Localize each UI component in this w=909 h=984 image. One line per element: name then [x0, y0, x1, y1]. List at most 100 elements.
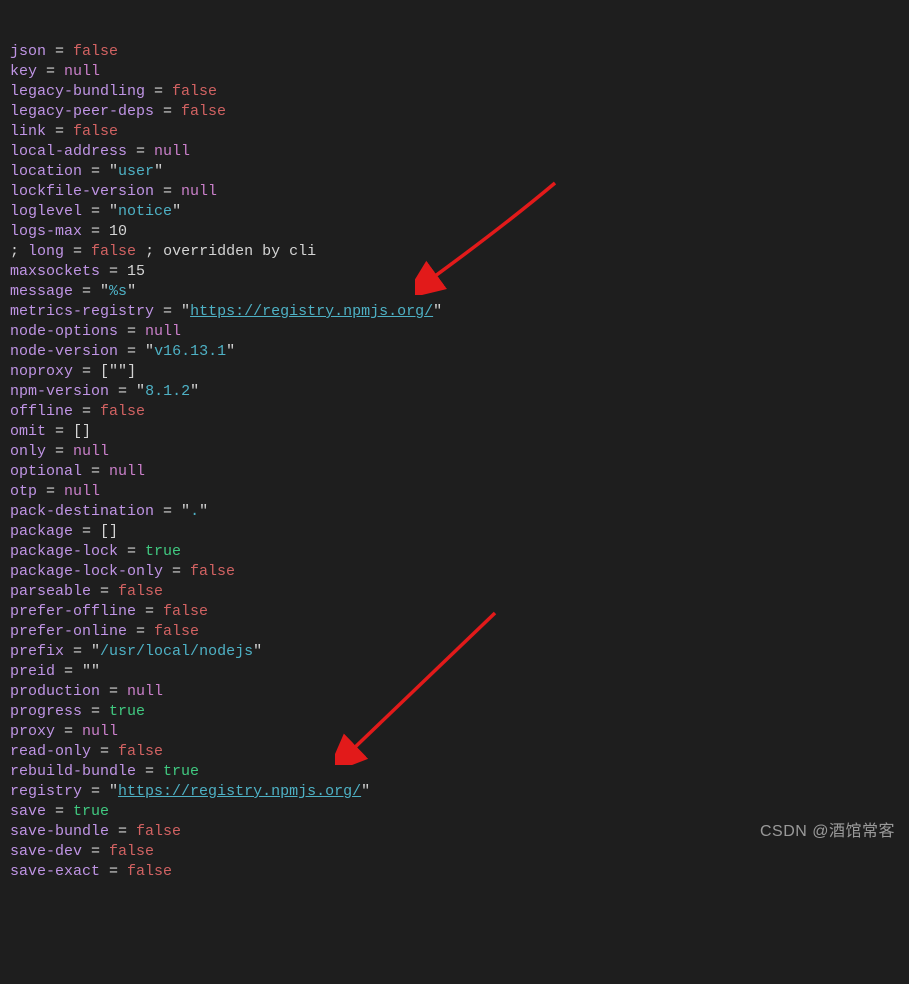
code-line: preid = "": [10, 662, 899, 682]
code-line: noproxy = [""]: [10, 362, 899, 382]
token-key: noproxy: [10, 363, 73, 380]
token-key: link: [10, 123, 46, 140]
code-line: production = null: [10, 682, 899, 702]
token-punc: =: [154, 503, 181, 520]
code-line: legacy-peer-deps = false: [10, 102, 899, 122]
token-punc: ": [91, 663, 100, 680]
token-key: offline: [10, 403, 73, 420]
token-punc: =: [118, 543, 145, 560]
code-line: pack-destination = ".": [10, 502, 899, 522]
code-line: local-address = null: [10, 142, 899, 162]
code-line: proxy = null: [10, 722, 899, 742]
code-line: package-lock = true: [10, 542, 899, 562]
token-null: null: [127, 683, 163, 700]
token-str: user: [118, 163, 154, 180]
token-punc: ": [181, 503, 190, 520]
token-key: registry: [10, 783, 82, 800]
token-key: otp: [10, 483, 37, 500]
code-line: prefer-online = false: [10, 622, 899, 642]
code-line: json = false: [10, 42, 899, 62]
code-line: maxsockets = 15: [10, 262, 899, 282]
token-key: omit: [10, 423, 46, 440]
code-line: otp = null: [10, 482, 899, 502]
token-punc: ": [91, 643, 100, 660]
token-key: long: [28, 243, 64, 260]
token-punc: ]: [127, 363, 136, 380]
token-punc: =: [82, 163, 109, 180]
token-null: null: [145, 323, 181, 340]
token-key: node-version: [10, 343, 118, 360]
token-true: true: [145, 543, 181, 560]
token-true: true: [109, 703, 145, 720]
token-key: npm-version: [10, 383, 109, 400]
token-punc: =: [55, 723, 82, 740]
token-punc: =: [73, 403, 100, 420]
token-punc: ": [109, 163, 118, 180]
lines-container: json = falsekey = nulllegacy-bundling = …: [10, 42, 899, 882]
token-false: false: [73, 123, 118, 140]
token-punc: ": [109, 203, 118, 220]
token-punc: =: [82, 223, 109, 240]
token-key: save-exact: [10, 863, 100, 880]
token-punc: = []: [46, 423, 91, 440]
token-punc: =: [37, 63, 64, 80]
token-false: false: [109, 843, 154, 860]
token-punc: ;: [10, 243, 28, 260]
token-punc: =: [82, 203, 109, 220]
token-null: null: [64, 63, 100, 80]
token-str: notice: [118, 203, 172, 220]
token-punc: ": [172, 203, 181, 220]
code-line: rebuild-bundle = true: [10, 762, 899, 782]
token-punc: =: [109, 383, 136, 400]
token-false: false: [163, 603, 208, 620]
code-line: registry = "https://registry.npmjs.org/": [10, 782, 899, 802]
token-punc: =: [46, 43, 73, 60]
token-key: package-lock: [10, 543, 118, 560]
code-line: parseable = false: [10, 582, 899, 602]
token-punc: =: [82, 703, 109, 720]
code-line: node-version = "v16.13.1": [10, 342, 899, 362]
token-key: location: [10, 163, 82, 180]
token-true: true: [73, 803, 109, 820]
token-null: null: [181, 183, 217, 200]
token-key: rebuild-bundle: [10, 763, 136, 780]
token-punc: =: [64, 243, 91, 260]
token-key: message: [10, 283, 73, 300]
token-key: logs-max: [10, 223, 82, 240]
code-line: message = "%s": [10, 282, 899, 302]
token-str: 8.1.2: [145, 383, 190, 400]
token-punc: ": [154, 163, 163, 180]
code-line: save-exact = false: [10, 862, 899, 882]
token-punc: =: [127, 143, 154, 160]
token-punc: ": [118, 363, 127, 380]
token-punc: =: [163, 563, 190, 580]
token-key: parseable: [10, 583, 91, 600]
token-false: false: [100, 403, 145, 420]
code-line: logs-max = 10: [10, 222, 899, 242]
token-key: lockfile-version: [10, 183, 154, 200]
token-link: https://registry.npmjs.org/: [190, 303, 433, 320]
token-punc: =: [46, 443, 73, 460]
code-line: optional = null: [10, 462, 899, 482]
token-punc: ": [190, 383, 199, 400]
token-punc: =: [100, 263, 127, 280]
token-key: package: [10, 523, 73, 540]
token-key: prefix: [10, 643, 64, 660]
token-punc: =: [55, 663, 82, 680]
code-line: prefer-offline = false: [10, 602, 899, 622]
token-punc: ": [181, 303, 190, 320]
token-punc: =: [46, 123, 73, 140]
code-line: save-dev = false: [10, 842, 899, 862]
token-str: %s: [109, 283, 127, 300]
token-comment: ; overridden by cli: [136, 243, 316, 260]
token-null: null: [154, 143, 190, 160]
token-key: save-bundle: [10, 823, 109, 840]
token-punc: =: [154, 303, 181, 320]
token-punc: =: [91, 583, 118, 600]
token-link: https://registry.npmjs.org/: [118, 783, 361, 800]
token-null: null: [82, 723, 118, 740]
token-punc: =: [82, 463, 109, 480]
token-num: 10: [109, 223, 127, 240]
token-punc: =: [82, 783, 109, 800]
token-punc: =: [82, 843, 109, 860]
